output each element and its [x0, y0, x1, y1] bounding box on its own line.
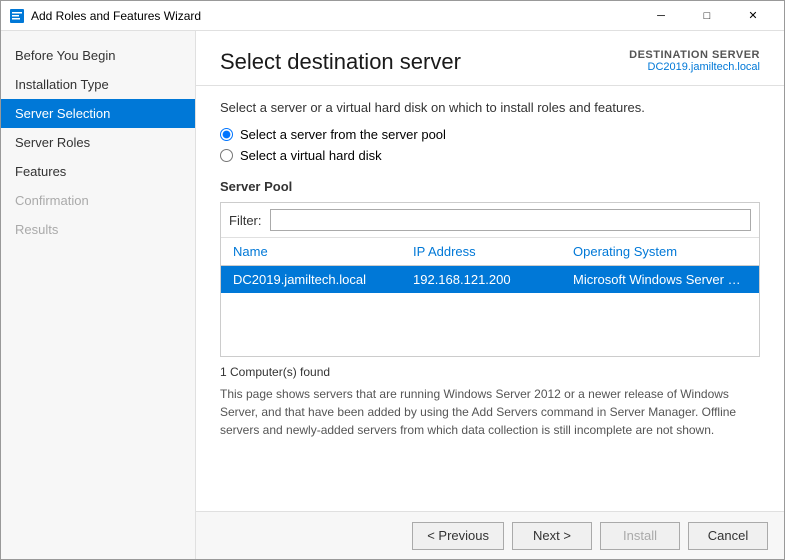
sidebar-item-server-selection[interactable]: Server Selection [1, 99, 195, 128]
minimize-button[interactable]: ─ [638, 1, 684, 31]
radio-server-pool[interactable] [220, 128, 233, 141]
content-area: Before You Begin Installation Type Serve… [1, 31, 784, 559]
table-body: DC2019.jamiltech.local 192.168.121.200 M… [221, 266, 759, 356]
instruction-text: Select a server or a virtual hard disk o… [220, 100, 760, 115]
table-row[interactable]: DC2019.jamiltech.local 192.168.121.200 M… [221, 266, 759, 293]
app-icon [9, 8, 25, 24]
destination-server-info: DESTINATION SERVER DC2019.jamiltech.loca… [629, 49, 760, 73]
radio-vhd[interactable] [220, 149, 233, 162]
next-button[interactable]: Next > [512, 522, 592, 550]
col-header-ip[interactable]: IP Address [409, 242, 569, 261]
radio-server-pool-label[interactable]: Select a server from the server pool [240, 127, 446, 142]
computers-found: 1 Computer(s) found [220, 365, 760, 379]
destination-server-value: DC2019.jamiltech.local [629, 61, 760, 73]
maximize-button[interactable]: □ [684, 1, 730, 31]
close-button[interactable]: ✕ [730, 1, 776, 31]
cancel-button[interactable]: Cancel [688, 522, 768, 550]
filter-input[interactable] [270, 209, 752, 231]
main-window: Add Roles and Features Wizard ─ □ ✕ Befo… [0, 0, 785, 560]
cell-os: Microsoft Windows Server 2019 Standard [569, 270, 751, 289]
description-text: This page shows servers that are running… [220, 385, 760, 439]
sidebar-item-results: Results [1, 215, 195, 244]
radio-vhd-label[interactable]: Select a virtual hard disk [240, 148, 382, 163]
sidebar-item-server-roles[interactable]: Server Roles [1, 128, 195, 157]
filter-row: Filter: [221, 203, 759, 238]
footer: < Previous Next > Install Cancel [196, 511, 784, 559]
filter-label: Filter: [229, 213, 262, 228]
col-header-os[interactable]: Operating System [569, 242, 751, 261]
page-title: Select destination server [220, 49, 461, 75]
previous-button[interactable]: < Previous [412, 522, 504, 550]
table-header: Name IP Address Operating System [221, 238, 759, 266]
main-body: Select a server or a virtual hard disk o… [196, 86, 784, 511]
window-title: Add Roles and Features Wizard [31, 9, 638, 23]
server-pool-section-label: Server Pool [220, 179, 760, 194]
sidebar-item-before-you-begin[interactable]: Before You Begin [1, 41, 195, 70]
install-button[interactable]: Install [600, 522, 680, 550]
sidebar: Before You Begin Installation Type Serve… [1, 31, 196, 559]
radio-row-server-pool: Select a server from the server pool [220, 127, 760, 142]
cell-name: DC2019.jamiltech.local [229, 270, 409, 289]
radio-row-vhd: Select a virtual hard disk [220, 148, 760, 163]
page-header: Select destination server DESTINATION SE… [196, 31, 784, 86]
cell-ip: 192.168.121.200 [409, 270, 569, 289]
main-content: Select destination server DESTINATION SE… [196, 31, 784, 559]
col-header-name[interactable]: Name [229, 242, 409, 261]
server-pool-box: Filter: Name IP Address Operating System… [220, 202, 760, 357]
destination-server-label: DESTINATION SERVER [629, 49, 760, 61]
sidebar-item-features[interactable]: Features [1, 157, 195, 186]
sidebar-item-confirmation: Confirmation [1, 186, 195, 215]
window-controls: ─ □ ✕ [638, 1, 776, 31]
radio-group: Select a server from the server pool Sel… [220, 127, 760, 163]
title-bar: Add Roles and Features Wizard ─ □ ✕ [1, 1, 784, 31]
sidebar-item-installation-type[interactable]: Installation Type [1, 70, 195, 99]
